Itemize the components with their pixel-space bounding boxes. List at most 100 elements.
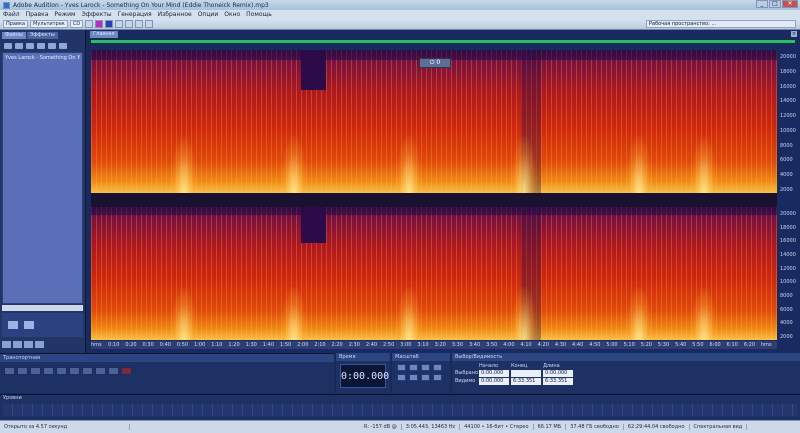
menu-effects[interactable]: Эффекты — [82, 11, 112, 18]
play-preview-icon[interactable] — [2, 341, 11, 348]
time-tick: 6:00 — [709, 342, 721, 348]
zoom-in-vertical-icon[interactable] — [421, 374, 430, 381]
selection-length-field[interactable]: 0:00.000 — [543, 370, 573, 377]
fast-forward-button[interactable] — [95, 367, 106, 375]
time-ruler[interactable]: hms 0:10 0:20 0:30 0:40 0:50 1:00 1:10 1:20 1:30 1… — [91, 341, 777, 349]
frequency-tick: 16000 — [780, 238, 796, 245]
window-title: Adobe Audition - Yves Larock - Something… — [13, 1, 269, 9]
menu-edit[interactable]: Правка — [26, 11, 49, 18]
file-list: Yves Larock - Something On You — [2, 52, 83, 304]
file-item[interactable]: Yves Larock - Something On You — [5, 55, 80, 61]
tab-effects[interactable]: Эффекты — [26, 32, 58, 39]
pause-button[interactable] — [30, 367, 41, 375]
rewind-button[interactable] — [82, 367, 93, 375]
time-tick: 2:30 — [348, 342, 360, 348]
go-to-start-button[interactable] — [69, 367, 80, 375]
waveform-icon[interactable] — [85, 20, 94, 28]
folder-icon[interactable] — [35, 341, 44, 348]
time-tick: hms — [91, 342, 102, 348]
time-tick: 2:20 — [331, 342, 343, 348]
open-file-icon[interactable] — [4, 43, 12, 49]
stop-preview-icon[interactable] — [13, 341, 22, 348]
frequency-tick: 8000 — [780, 293, 793, 299]
zoom-left-icon[interactable] — [397, 374, 406, 381]
lasso-tool-icon[interactable] — [135, 20, 144, 28]
play-button[interactable] — [17, 367, 28, 375]
menu-options[interactable]: Опции — [198, 11, 219, 18]
edit-view-button[interactable]: Правка — [3, 20, 29, 28]
spectral-view-icon[interactable] — [95, 20, 104, 28]
menu-help[interactable]: Помощь — [246, 11, 272, 18]
menu-view[interactable]: Режим — [54, 11, 75, 18]
levels-title: Уровни — [3, 395, 22, 401]
workspace-select[interactable]: Рабочая пространство: ... — [646, 20, 796, 28]
header-start: Начало — [479, 363, 499, 369]
zoom-right-icon[interactable] — [409, 374, 418, 381]
multitrack-view-button[interactable]: Мультитрек — [30, 20, 68, 28]
stop-button[interactable] — [4, 367, 15, 375]
file-list-scrollbar[interactable] — [2, 305, 83, 311]
time-tick: 5:00 — [606, 342, 618, 348]
spectral-pan-icon[interactable] — [105, 20, 114, 28]
spectrogram-right-channel[interactable] — [91, 207, 777, 340]
time-tick: 6:20 — [743, 342, 756, 348]
frequency-tick: 4000 — [780, 320, 793, 327]
close-button[interactable]: ✕ — [782, 0, 798, 8]
time-selection-tool-icon[interactable] — [115, 20, 124, 28]
time-tick: 0:10 — [108, 342, 120, 348]
loop-button[interactable] — [56, 367, 67, 375]
sort-icon[interactable] — [24, 341, 33, 348]
preview-controls — [2, 313, 83, 337]
import-icon[interactable] — [15, 43, 23, 49]
playhead-badge[interactable]: ⏻ 0 — [419, 58, 451, 68]
selection-start-field[interactable]: 0:00.000 — [479, 370, 509, 377]
autoplay-icon[interactable] — [8, 321, 18, 329]
loop-icon[interactable] — [24, 321, 34, 329]
tab-main[interactable]: Главная — [90, 30, 118, 38]
frequency-tick: 4000 — [780, 172, 793, 179]
full-path-icon[interactable] — [59, 43, 67, 49]
status-free-space: 37.48 ГБ свободно — [566, 424, 624, 430]
menu-generate[interactable]: Генерация — [118, 11, 152, 18]
time-tick: 5:40 — [675, 342, 687, 348]
selection-title: Выбор/Видимость — [452, 353, 800, 361]
edit-file-icon[interactable] — [48, 43, 56, 49]
selection-end-field[interactable] — [511, 370, 541, 377]
panel-close-icon[interactable]: × — [791, 31, 797, 37]
zoom-in-horizontal-icon[interactable] — [397, 364, 406, 371]
go-to-end-button[interactable] — [108, 367, 119, 375]
brush-tool-icon[interactable] — [145, 20, 154, 28]
zoom-out-horizontal-icon[interactable] — [409, 364, 418, 371]
tab-files[interactable]: Файлы — [2, 32, 26, 39]
play-to-end-button[interactable] — [43, 367, 54, 375]
overview-bar[interactable] — [90, 39, 796, 44]
zoom-out-vertical-icon[interactable] — [433, 374, 442, 381]
cd-view-button[interactable]: CD — [69, 20, 84, 28]
minimize-button[interactable]: _ — [756, 0, 768, 8]
time-display: 0:00.000 — [340, 364, 389, 388]
time-tick: 1:10 — [211, 342, 223, 348]
menu-window[interactable]: Окно — [224, 11, 240, 18]
frequency-tick: 6000 — [780, 157, 793, 164]
time-tick: 6:10 — [726, 342, 738, 348]
zoom-title: Масштаб — [392, 353, 450, 361]
time-tick: 4:30 — [554, 342, 567, 348]
marquee-tool-icon[interactable] — [125, 20, 134, 28]
zoom-selection-icon[interactable] — [433, 364, 442, 371]
view-length-field[interactable]: 6:33.351 — [543, 378, 573, 385]
menu-file[interactable]: Файл — [3, 11, 20, 18]
frequency-tick: 18000 — [780, 224, 796, 231]
close-file-icon[interactable] — [26, 43, 34, 49]
time-tick: 3:50 — [486, 342, 498, 348]
view-start-field[interactable]: 0:00.000 — [479, 378, 509, 385]
maximize-button[interactable]: □ — [769, 0, 781, 8]
toolbar: Правка Мультитрек CD Рабочая пространств… — [0, 19, 800, 30]
spectrogram-left-channel[interactable] — [91, 50, 777, 193]
header-length: Длина — [543, 363, 560, 369]
menu-favorites[interactable]: Избранное — [158, 11, 192, 18]
time-tick: 5:10 — [623, 342, 635, 348]
view-end-field[interactable]: 6:33.351 — [511, 378, 541, 385]
record-button[interactable] — [121, 367, 132, 375]
insert-icon[interactable] — [37, 43, 45, 49]
zoom-full-icon[interactable] — [421, 364, 430, 371]
